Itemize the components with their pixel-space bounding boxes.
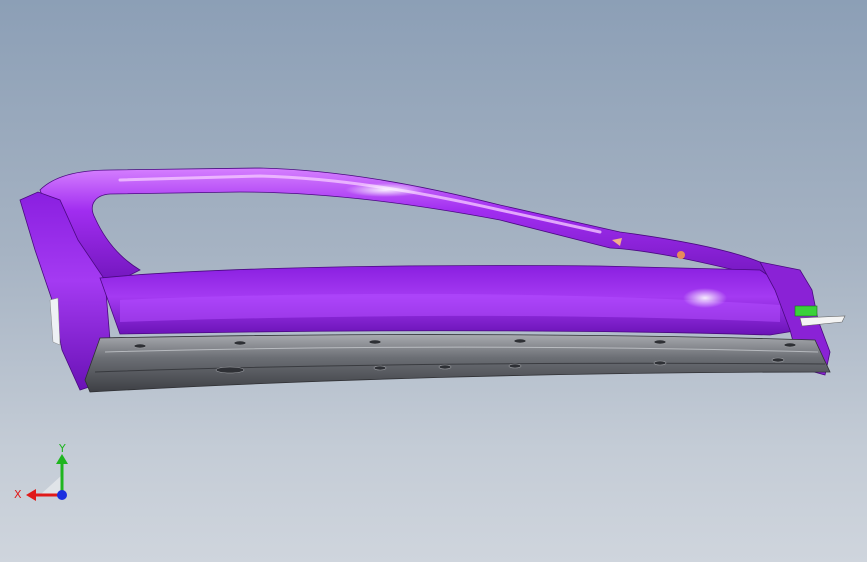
rail-hole: [771, 357, 785, 363]
rail-hole: [653, 339, 667, 345]
rail-hole: [368, 339, 382, 345]
rail-hole: [783, 342, 797, 348]
z-axis-dot: [57, 490, 67, 500]
y-axis-arrow: [56, 454, 68, 464]
x-axis-label: X: [14, 488, 22, 501]
rail-hole: [215, 366, 245, 374]
rail-hole: [438, 364, 452, 370]
left-pillar-white-strip: [49, 297, 61, 346]
x-axis-arrow: [26, 489, 36, 501]
3d-viewport[interactable]: Y X: [0, 0, 867, 562]
green-clip: [794, 305, 818, 317]
rail-hole: [133, 343, 147, 349]
y-axis-label: Y: [58, 442, 66, 455]
white-latch: [799, 315, 846, 327]
door-frame-model[interactable]: [0, 0, 867, 562]
rail-hole: [653, 360, 667, 366]
door-body-shine: [683, 288, 727, 308]
rail-hole: [373, 365, 387, 371]
rail-hole: [508, 363, 522, 369]
axis-triad: Y X: [14, 442, 68, 501]
frame-shine: [345, 183, 425, 197]
rail-hole: [233, 340, 247, 346]
orange-accent: [677, 251, 685, 259]
rail-hole: [513, 338, 527, 344]
